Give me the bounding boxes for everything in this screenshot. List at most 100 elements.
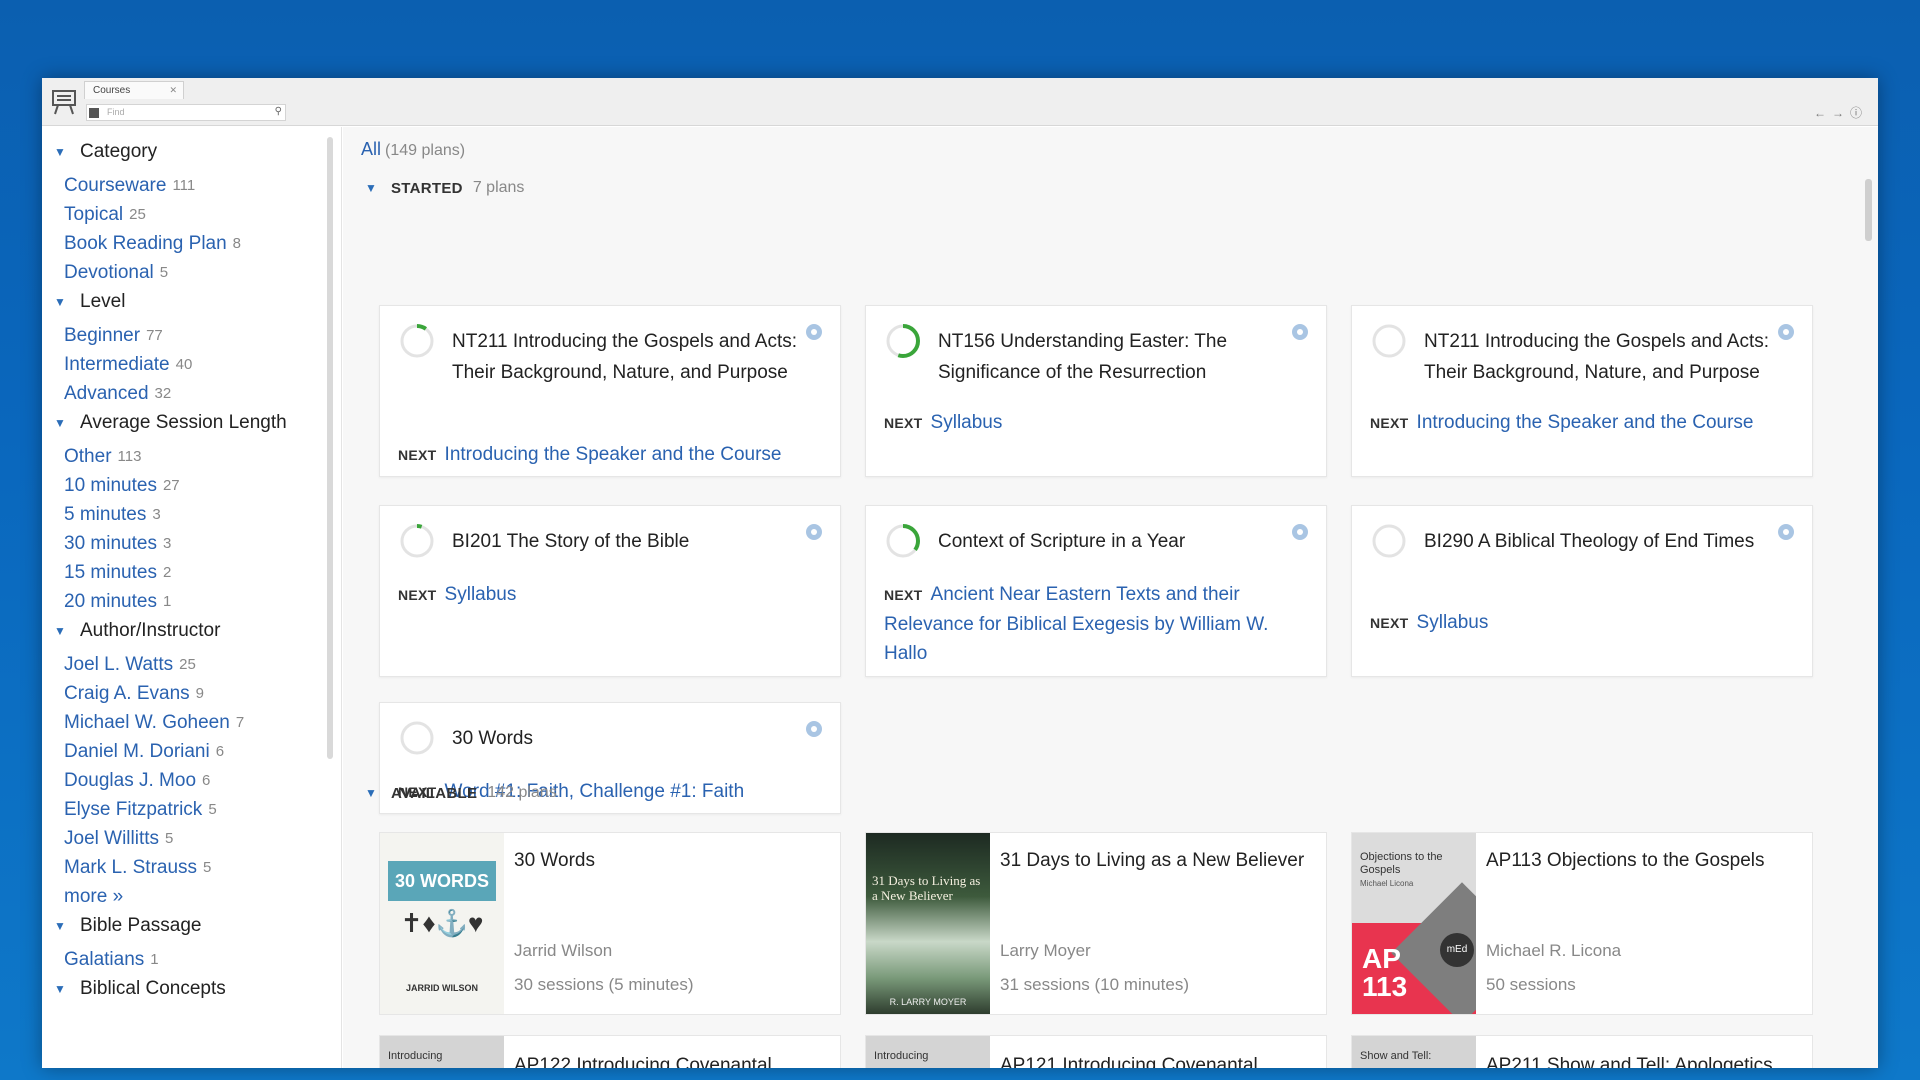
collapse-triangle-icon[interactable]: ▼ [54,416,66,430]
plan-settings-icon[interactable] [1292,524,1308,540]
plan-settings-icon[interactable] [806,524,822,540]
available-group-header[interactable]: ▼ AVAILABLE 142 plans [365,784,557,802]
collapse-triangle-icon[interactable]: ▼ [54,624,66,638]
facet-section-header[interactable]: ▼ Category [54,137,341,167]
facet-count: 113 [117,448,142,465]
plan-title[interactable]: BI201 The Story of the Bible [452,526,800,557]
available-plan-card[interactable]: Objections to the Gospels Michael Licona m… [1351,832,1813,1015]
plan-title[interactable]: AP211 Show and Tell: Apologetics [1486,1052,1800,1068]
facet-item[interactable]: 20 minutes 1 [54,587,341,616]
facet-section-header[interactable]: ▼ Average Session Length [54,408,341,438]
facet-label: Advanced [64,382,149,404]
facet-section-header[interactable]: ▼ Biblical Concepts [54,974,341,1004]
progress-ring [886,324,920,358]
panel-menu-icon[interactable] [89,108,99,118]
collapse-triangle-icon[interactable]: ▼ [54,145,66,159]
facet-item[interactable]: more » [54,882,341,911]
available-plan-card[interactable]: Introducing AP121 Introducing Covenantal [865,1035,1327,1068]
plan-title[interactable]: NT211 Introducing the Gospels and Acts: … [1424,326,1772,388]
courses-app-icon[interactable] [48,86,80,118]
plan-title[interactable]: AP122 Introducing Covenantal [514,1052,828,1068]
plan-title[interactable]: NT156 Understanding Easter: The Signific… [938,326,1286,388]
plan-title[interactable]: AP113 Objections to the Gospels [1486,847,1800,875]
facet-item[interactable]: Daniel M. Doriani 6 [54,737,341,766]
facet-item[interactable]: Topical 25 [54,200,341,229]
facet-item[interactable]: 10 minutes 27 [54,471,341,500]
started-plan-card[interactable]: NT156 Understanding Easter: The Signific… [865,305,1327,477]
facet-item[interactable]: Joel L. Watts 25 [54,650,341,679]
started-group-header[interactable]: ▼ STARTED 7 plans [365,179,524,197]
info-icon[interactable]: ⓘ [1850,106,1868,120]
plan-title[interactable]: BI290 A Biblical Theology of End Times [1424,526,1772,557]
facet-section-header[interactable]: ▼ Level [54,287,341,317]
plan-settings-icon[interactable] [806,324,822,340]
plan-title[interactable]: NT211 Introducing the Gospels and Acts: … [452,326,800,388]
plan-settings-icon[interactable] [806,721,822,737]
next-session-link[interactable]: Syllabus [931,412,1003,433]
forward-icon[interactable]: → [1832,106,1850,120]
plan-title[interactable]: Context of Scripture in a Year [938,526,1286,557]
sidebar-scrollbar[interactable] [327,137,333,759]
collapse-triangle-icon[interactable]: ▼ [365,181,377,195]
facet-item[interactable]: Other 113 [54,442,341,471]
facet-item[interactable]: 30 minutes 3 [54,529,341,558]
started-plan-card[interactable]: NT211 Introducing the Gospels and Acts: … [1351,305,1813,477]
facet-section-header[interactable]: ▼ Bible Passage [54,911,341,941]
facet-item[interactable]: Mark L. Strauss 5 [54,853,341,882]
facet-item[interactable]: 15 minutes 2 [54,558,341,587]
facet-label: 15 minutes [64,561,157,583]
close-tab-icon[interactable]: ✕ [169,85,177,96]
next-session-link[interactable]: Syllabus [1417,612,1489,633]
available-plan-card[interactable]: Show and Tell: AP211 Show and Tell: Apolo… [1351,1035,1813,1068]
find-input[interactable]: Find ⚲ [86,104,286,121]
facet-item[interactable]: Intermediate 40 [54,350,341,379]
all-plans-filter[interactable]: All (149 plans) [361,139,465,160]
facet-item[interactable]: Advanced 32 [54,379,341,408]
started-plan-card[interactable]: BI290 A Biblical Theology of End Times NE… [1351,505,1813,677]
plan-title[interactable]: 30 Words [452,723,800,754]
started-plan-card[interactable]: Context of Scripture in a Year NEXT Ancien… [865,505,1327,677]
facet-label: Topical [64,203,124,225]
plan-title[interactable]: 31 Days to Living as a New Believer [1000,847,1314,875]
facet-section-header[interactable]: ▼ Author/Instructor [54,616,341,646]
collapse-triangle-icon[interactable]: ▼ [54,919,66,933]
tab-courses[interactable]: Courses ✕ [84,81,184,99]
collapse-triangle-icon[interactable]: ▼ [54,982,66,996]
main-scrollbar[interactable] [1865,179,1872,241]
search-icon[interactable]: ⚲ [275,106,282,117]
facet-count: 27 [162,477,180,494]
available-plan-card[interactable]: 30 WORDS ✝♦⚓♥ JARRID WILSON 30 Words Jarrid … [379,832,841,1015]
available-plan-card[interactable]: Introducing AP122 Introducing Covenantal [379,1035,841,1068]
next-session-link[interactable]: Syllabus [445,584,517,605]
facet-item[interactable]: Courseware 111 [54,171,341,200]
facet-item[interactable]: Michael W. Goheen 7 [54,708,341,737]
next-session-link[interactable]: Introducing the Speaker and the Course [445,444,782,465]
next-session-link[interactable]: Ancient Near Eastern Texts and their Rel… [884,584,1268,664]
facet-count: 3 [152,506,161,523]
plan-settings-icon[interactable] [1292,324,1308,340]
facet-item[interactable]: Book Reading Plan 8 [54,229,341,258]
facet-item[interactable]: Elyse Fitzpatrick 5 [54,795,341,824]
plan-title[interactable]: AP121 Introducing Covenantal [1000,1052,1314,1068]
plan-settings-icon[interactable] [1778,524,1794,540]
available-plan-card[interactable]: 31 Days to Living as a New Believer R. LA… [865,832,1327,1015]
facet-item[interactable]: Beginner 77 [54,321,341,350]
collapse-triangle-icon[interactable]: ▼ [54,295,66,309]
started-plan-card[interactable]: NT211 Introducing the Gospels and Acts: … [379,305,841,477]
cover-author: R. LARRY MOYER [889,997,967,1007]
facet-item[interactable]: Craig A. Evans 9 [54,679,341,708]
facet-item[interactable]: Joel Willitts 5 [54,824,341,853]
facet-item[interactable]: Devotional 5 [54,258,341,287]
facet-item[interactable]: Galatians 1 [54,945,341,974]
started-plan-card[interactable]: BI201 The Story of the Bible NEXT Syllabus [379,505,841,677]
facet-item[interactable]: Douglas J. Moo 6 [54,766,341,795]
facet-label: 30 minutes [64,532,157,554]
book-cover: Introducing [866,1036,990,1068]
plan-title[interactable]: 30 Words [514,847,828,875]
collapse-triangle-icon[interactable]: ▼ [365,786,377,800]
facet-item[interactable]: 5 minutes 3 [54,500,341,529]
next-session-link[interactable]: Introducing the Speaker and the Course [1417,412,1754,433]
plan-settings-icon[interactable] [1778,324,1794,340]
plan-author: Larry Moyer [1000,941,1091,960]
back-icon[interactable]: ← [1814,106,1832,120]
